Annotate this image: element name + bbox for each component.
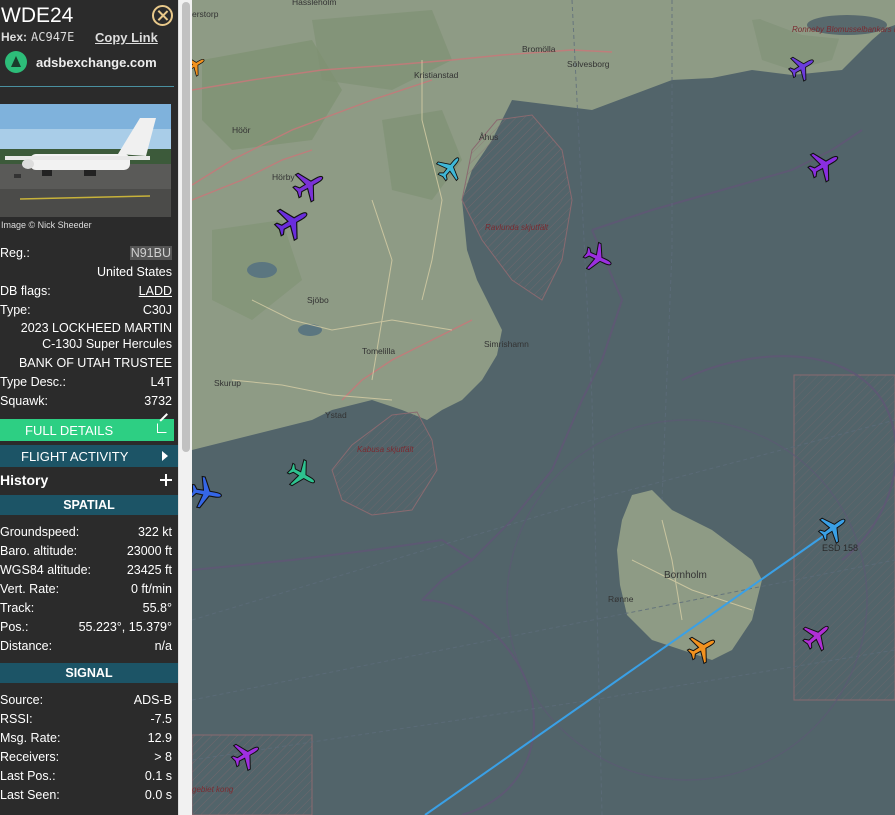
row-label: Groundspeed: — [0, 525, 80, 539]
row-label: Msg. Rate: — [0, 731, 61, 745]
map-view[interactable]: Hässleholm Bromölla Kristianstad Sölvesborg… — [192, 0, 895, 815]
flight-activity-button[interactable]: FLIGHT ACTIVITY — [0, 445, 178, 467]
scrollbar-thumb[interactable] — [182, 2, 190, 452]
row-label: Receivers: — [0, 750, 60, 764]
row-label: Last Pos.: — [0, 769, 56, 783]
squawk-label: Squawk: — [0, 394, 48, 408]
row-label: RSSI: — [0, 712, 33, 726]
divider — [0, 86, 174, 87]
row-label: Vert. Rate: — [0, 582, 60, 596]
expand-plus-icon[interactable] — [160, 474, 172, 486]
hex-value: AC947E — [31, 30, 75, 44]
model-line1: 2023 LOCKHEED MARTIN — [20, 321, 172, 335]
typedesc-label: Type Desc.: — [0, 375, 66, 389]
row-label: Pos.: — [0, 620, 29, 634]
hex-label: Hex: — [1, 30, 28, 44]
chevron-right-icon — [162, 451, 168, 461]
row-value: n/a — [154, 639, 172, 653]
row-value: 322 kt — [137, 525, 172, 539]
history-heading: History — [0, 472, 49, 488]
owner-value: BANK OF UTAH TRUSTEE — [18, 356, 172, 370]
signal-heading: SIGNAL — [0, 663, 178, 683]
row-value: 0.1 s — [144, 769, 172, 783]
copy-link[interactable]: Copy Link — [95, 30, 158, 45]
sidebar-scrollbar[interactable] — [178, 0, 192, 815]
external-link-icon — [157, 423, 167, 433]
row-value: -7.5 — [150, 712, 172, 726]
site-name[interactable]: adsbexchange.com — [36, 55, 157, 70]
row-label: Last Seen: — [0, 788, 60, 802]
full-details-button[interactable]: FULL DETAILS — [0, 419, 174, 441]
close-icon[interactable] — [152, 5, 173, 26]
row-value: 0.0 s — [144, 788, 172, 802]
hex-line: Hex: AC947E — [1, 30, 74, 44]
info-sidebar: WDE24 Hex: AC947E Copy Link adsbexchange.… — [0, 0, 178, 815]
row-value: 23000 ft — [126, 544, 172, 558]
dbflags-value[interactable]: LADD — [139, 284, 172, 298]
reg-value[interactable]: N91BU — [129, 246, 172, 260]
row-value: ADS-B — [133, 693, 172, 707]
row-value: 0 ft/min — [131, 582, 172, 596]
row-value: > 8 — [154, 750, 172, 764]
photo-credit: Image © Nick Sheeder — [1, 220, 92, 230]
row-label: WGS84 altitude: — [0, 563, 92, 577]
type-label: Type: — [0, 303, 31, 317]
row-value: 12.9 — [147, 731, 172, 745]
typedesc-value: L4T — [150, 375, 172, 389]
country-value: United States — [96, 265, 172, 279]
flight-activity-label: FLIGHT ACTIVITY — [21, 449, 129, 464]
adsbexchange-logo-icon — [5, 51, 27, 73]
row-label: Source: — [0, 693, 44, 707]
type-value: C30J — [142, 303, 172, 317]
row-label: Distance: — [0, 639, 53, 653]
row-value: 23425 ft — [126, 563, 172, 577]
row-value: 55.223°, 15.379° — [78, 620, 172, 634]
squawk-value: 3732 — [144, 394, 172, 408]
bottom-left-zone — [192, 734, 313, 815]
reg-label: Reg.: — [0, 246, 30, 260]
row-label: Baro. altitude: — [0, 544, 78, 558]
full-details-label: FULL DETAILS — [25, 423, 114, 438]
callsign-title: WDE24 — [1, 4, 74, 27]
row-value: 55.8° — [142, 601, 172, 615]
aircraft-photo[interactable] — [0, 104, 171, 217]
row-label: Track: — [0, 601, 35, 615]
spatial-heading: SPATIAL — [0, 495, 178, 515]
model-line2: C-130J Super Hercules — [42, 337, 172, 351]
dbflags-label: DB flags: — [0, 284, 51, 298]
